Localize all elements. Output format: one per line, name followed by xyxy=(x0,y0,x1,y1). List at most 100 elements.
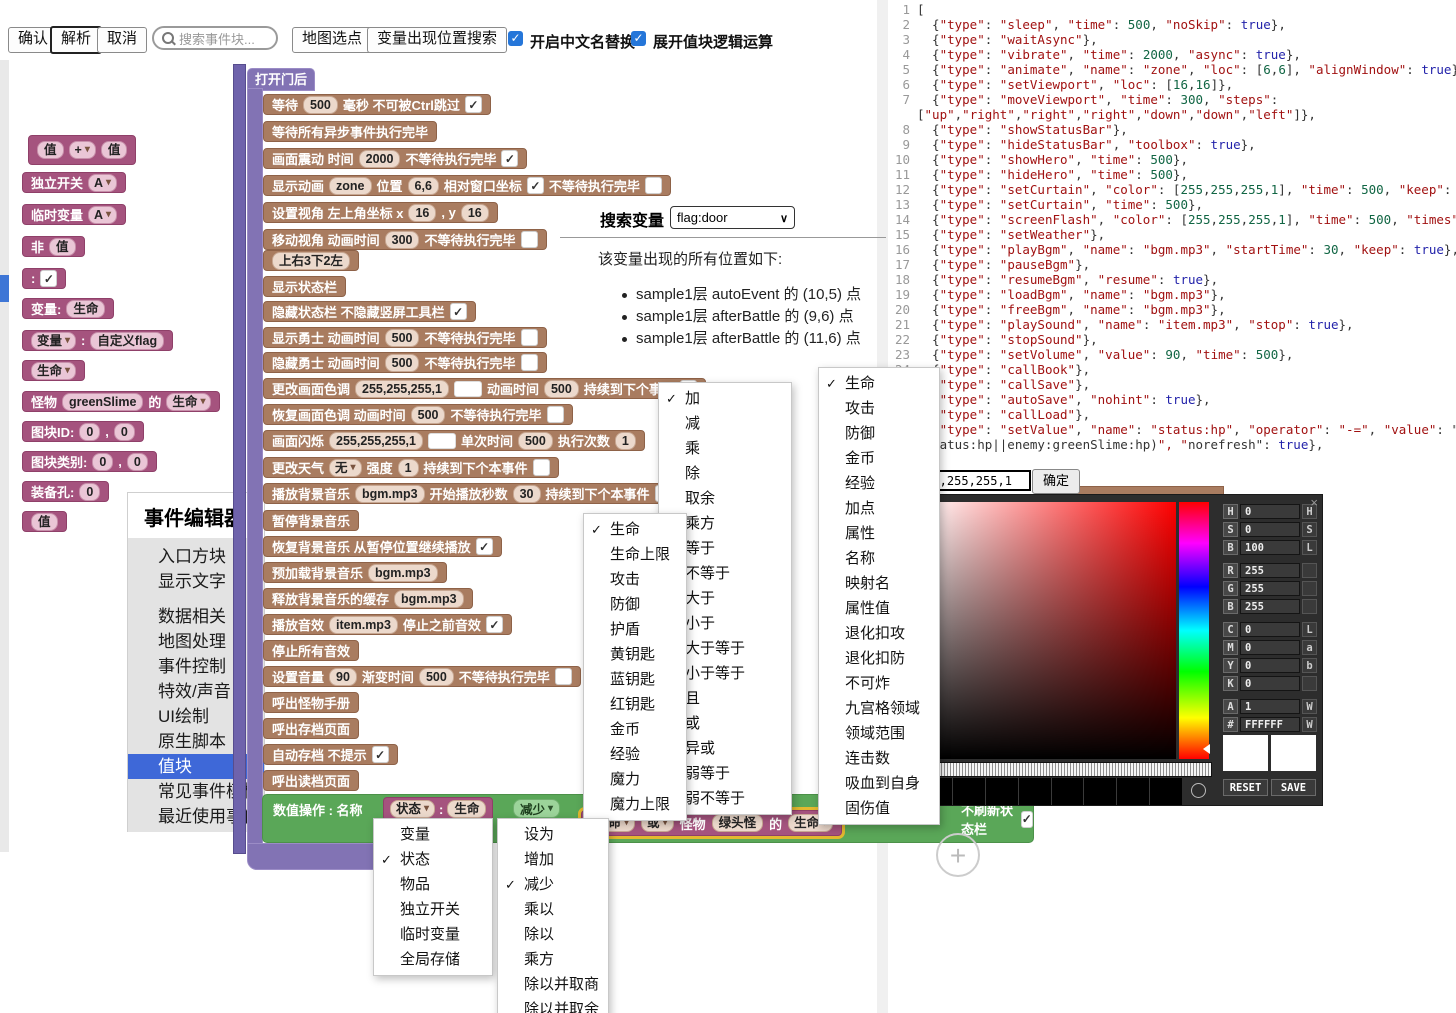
menu-item[interactable]: 攻击 xyxy=(819,396,939,421)
parse-button[interactable]: 解析 xyxy=(50,26,102,54)
block-field[interactable]: 500 xyxy=(518,432,553,450)
menu-item[interactable]: 魔力 xyxy=(584,767,686,792)
event-block[interactable]: 释放背景音乐的缓存bgm.mp3 xyxy=(263,588,473,609)
event-block[interactable]: 等待所有异步事件执行完毕 xyxy=(263,121,437,142)
block-checkbox[interactable] xyxy=(486,616,503,633)
save-button[interactable]: SAVE xyxy=(1271,779,1316,796)
menu-item[interactable]: 全局存储 xyxy=(374,947,492,972)
channel-input[interactable]: FFFFFF xyxy=(1240,717,1300,732)
channel-input[interactable]: 0 xyxy=(1240,658,1300,673)
menu-item[interactable]: 变量 xyxy=(374,822,492,847)
code-editor[interactable]: 1[2 {"type": "sleep", "time": 500, "noSk… xyxy=(888,2,1456,467)
channel-input[interactable]: 255 xyxy=(1240,599,1300,614)
channel-input[interactable]: 0 xyxy=(1240,522,1300,537)
channel-input[interactable]: 0 xyxy=(1240,640,1300,655)
swatch[interactable] xyxy=(1019,778,1051,805)
block-checkbox[interactable] xyxy=(521,354,538,371)
menu-item[interactable]: 经验 xyxy=(584,742,686,767)
value-block[interactable]: 装备孔:0 xyxy=(22,481,109,502)
event-block[interactable]: 播放背景音乐bgm.mp3开始播放秒数30持续到下个本事件 xyxy=(263,483,681,504)
menu-item[interactable]: 连击数 xyxy=(819,746,939,771)
value-block[interactable]: 变量:生命 xyxy=(22,298,114,319)
swatch[interactable] xyxy=(1117,778,1149,805)
map-pick-button[interactable]: 地图选点 xyxy=(292,27,372,53)
block-field[interactable]: 16 xyxy=(461,204,489,222)
event-block[interactable]: 自动存档 不提示 xyxy=(263,744,398,765)
block-field[interactable]: 1 xyxy=(615,432,636,450)
event-block[interactable]: 设置音量90渐变时间500不等待执行完毕 xyxy=(263,666,581,687)
block-checkbox[interactable] xyxy=(547,406,564,423)
swatch[interactable] xyxy=(1052,778,1084,805)
block-field[interactable]: 30 xyxy=(513,485,541,503)
block-field[interactable]: 值 xyxy=(49,238,76,256)
operation-dropdown[interactable]: 减少 xyxy=(513,799,560,818)
menu-item[interactable]: 加 xyxy=(659,386,791,411)
block-checkbox[interactable] xyxy=(533,459,550,476)
menu-item[interactable]: 取余 xyxy=(659,486,791,511)
block-field[interactable]: item.mp3 xyxy=(329,616,398,634)
menu-item[interactable]: 不可炸 xyxy=(819,671,939,696)
channel-toggle[interactable] xyxy=(1302,599,1317,614)
block-checkbox[interactable] xyxy=(465,96,482,113)
event-block[interactable]: 恢复背景音乐 从暂停位置继续播放 xyxy=(263,536,502,557)
left-scrollbar-track[interactable] xyxy=(0,60,9,852)
block-field[interactable]: 0 xyxy=(114,423,135,441)
event-block[interactable]: 移动视角 动画时间300不等待执行完毕 xyxy=(263,229,547,250)
menu-item[interactable]: 设为 xyxy=(498,822,608,847)
value-block[interactable]: 图块类别:0,0 xyxy=(22,451,157,472)
color-ok-button[interactable]: 确定 xyxy=(1032,469,1080,494)
block-checkbox[interactable] xyxy=(501,150,518,167)
reset-button[interactable]: RESET xyxy=(1223,779,1268,796)
hue-strip[interactable] xyxy=(1179,502,1209,759)
menu-item[interactable]: 临时变量 xyxy=(374,922,492,947)
menu-item[interactable]: 防御 xyxy=(584,592,686,617)
menu-item[interactable]: 领域范围 xyxy=(819,721,939,746)
type-dropdown[interactable]: 状态 xyxy=(390,800,435,818)
block-field[interactable]: bgm.mp3 xyxy=(368,564,438,582)
block-field[interactable]: greenSlime xyxy=(62,393,143,411)
swatch[interactable] xyxy=(953,778,985,805)
event-block[interactable]: 呼出怪物手册 xyxy=(263,692,359,713)
swatch[interactable] xyxy=(1150,778,1182,805)
menu-item[interactable]: 增加 xyxy=(498,847,608,872)
alpha-strip[interactable] xyxy=(920,762,1212,777)
block-field[interactable]: 值 xyxy=(37,141,64,159)
block-dropdown[interactable]: 生命 xyxy=(31,362,76,380)
var-search-button[interactable]: 变量出现位置搜索 xyxy=(367,27,507,53)
value-block[interactable]: 值 xyxy=(22,511,67,532)
block-field[interactable]: 生命 xyxy=(66,300,105,318)
block-field[interactable]: 16 xyxy=(408,204,436,222)
monster-field[interactable]: 绿头怪 xyxy=(712,814,764,832)
menu-item[interactable]: 乘方 xyxy=(498,947,608,972)
menu-item[interactable]: 防御 xyxy=(819,421,939,446)
channel-input[interactable]: 100 xyxy=(1240,540,1300,555)
menu-item[interactable]: 减少 xyxy=(498,872,608,897)
channel-toggle[interactable] xyxy=(1302,676,1317,691)
event-block[interactable]: 停止所有音效 xyxy=(263,640,359,661)
channel-toggle[interactable]: b xyxy=(1302,658,1317,673)
menu-item[interactable]: 独立开关 xyxy=(374,897,492,922)
block-field[interactable]: 2000 xyxy=(359,150,401,168)
menu-item[interactable]: 退化扣攻 xyxy=(819,621,939,646)
value-block[interactable]: : xyxy=(22,268,66,289)
event-block[interactable]: 等待500毫秒 不可被Ctrl跳过 xyxy=(263,94,491,115)
expand-logic-checkbox[interactable] xyxy=(631,31,646,46)
cancel-button[interactable]: 取消 xyxy=(97,27,147,53)
block-field[interactable]: 值 xyxy=(31,513,58,531)
block-dropdown[interactable]: A xyxy=(88,174,117,192)
value-block[interactable]: 独立开关A xyxy=(22,172,126,193)
flyout-scrollbar[interactable] xyxy=(233,64,246,854)
block-field[interactable]: 500 xyxy=(419,668,454,686)
menu-item[interactable]: 红钥匙 xyxy=(584,692,686,717)
menu-item[interactable]: 状态 xyxy=(374,847,492,872)
block-field[interactable]: 0 xyxy=(79,423,100,441)
block-checkbox[interactable] xyxy=(521,329,538,346)
block-field[interactable]: 500 xyxy=(385,329,420,347)
eyedropper-circle[interactable] xyxy=(1191,783,1206,798)
menu-item[interactable]: 生命 xyxy=(819,371,939,396)
block-checkbox[interactable] xyxy=(40,270,57,287)
block-field[interactable]: 500 xyxy=(411,406,446,424)
block-dropdown[interactable]: 生命 xyxy=(166,393,211,411)
menu-item[interactable]: 金币 xyxy=(819,446,939,471)
close-icon[interactable] xyxy=(1310,495,1318,510)
